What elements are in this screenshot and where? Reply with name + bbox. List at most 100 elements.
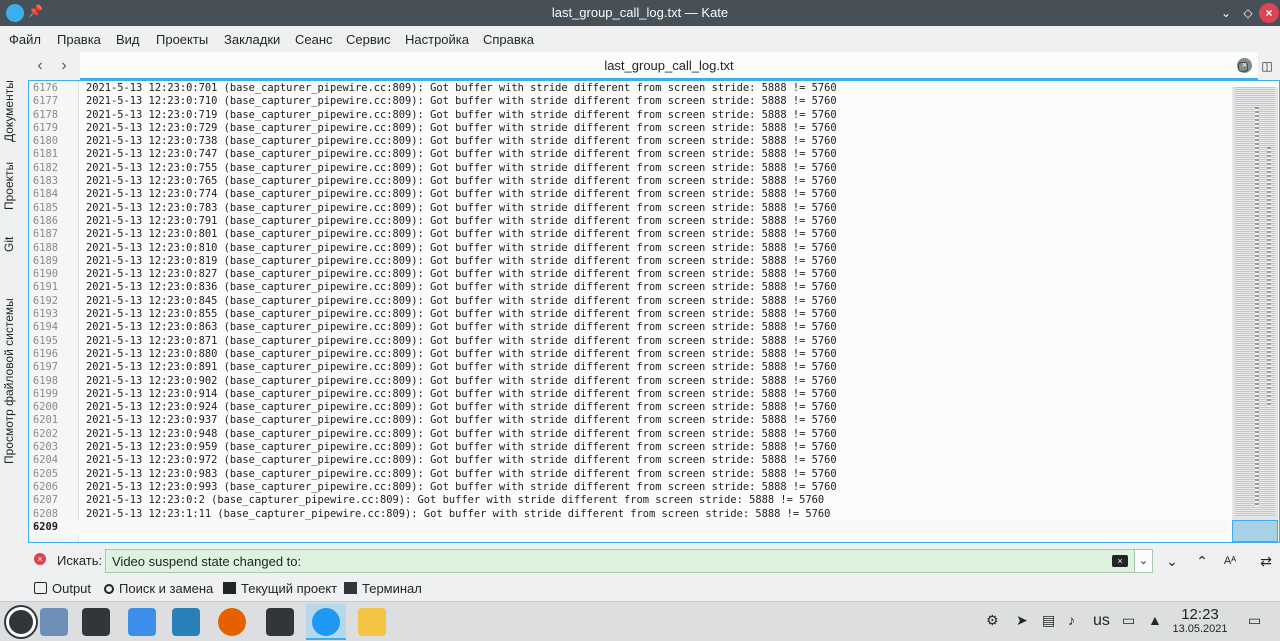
error-icon: × [34, 553, 46, 565]
editor-line[interactable]: 6206 2021-5-13 12:23:0:993 (base_capturer… [29, 481, 1229, 494]
line-number: 6198 [33, 374, 59, 387]
editor-line[interactable]: 6202 2021-5-13 12:23:0:948 (base_capturer… [29, 428, 1229, 441]
editor-line[interactable]: 6176 2021-5-13 12:23:0:701 (base_capturer… [29, 82, 1229, 95]
telegram-icon[interactable]: ➤ [1016, 612, 1028, 629]
editor-line[interactable]: 6208 2021-5-13 12:23:1:11 (base_capturer_… [29, 508, 1229, 521]
minimize-icon[interactable]: ⌄ [1216, 3, 1236, 23]
editor-line[interactable]: 6184 2021-5-13 12:23:0:774 (base_capturer… [29, 188, 1229, 201]
menu-bookmarks[interactable]: Закладки [224, 32, 280, 47]
scrollbar-minimap[interactable] [1232, 87, 1278, 542]
toolview-search-replace[interactable]: Поиск и замена [104, 581, 213, 596]
firefox-app[interactable] [212, 604, 252, 640]
minimap-viewport[interactable] [1232, 520, 1278, 542]
line-number: 6204 [33, 454, 59, 467]
search-history-dropdown[interactable]: ⌄ [1135, 549, 1153, 573]
menu-session[interactable]: Сеанс [295, 32, 333, 47]
menu-edit[interactable]: Правка [57, 32, 101, 47]
sidebar-tab-projects[interactable]: Проекты [2, 148, 26, 214]
editor-line[interactable]: 6199 2021-5-13 12:23:0:914 (base_capturer… [29, 388, 1229, 401]
keyboard-layout[interactable]: us [1093, 612, 1110, 630]
line-text: 2021-5-13 12:23:0:801 (base_capturer_pip… [86, 228, 837, 241]
show-desktop-icon[interactable]: ▭ [1248, 612, 1261, 629]
new-tab-icon[interactable]: ▢ [1234, 57, 1252, 75]
editor-line[interactable]: 6204 2021-5-13 12:23:0:972 (base_capturer… [29, 454, 1229, 467]
editor-line[interactable]: 6189 2021-5-13 12:23:0:819 (base_capturer… [29, 255, 1229, 268]
office-app[interactable] [352, 604, 392, 640]
editor-line[interactable]: 6178 2021-5-13 12:23:0:719 (base_capturer… [29, 109, 1229, 122]
split-view-icon[interactable]: ◫ [1258, 57, 1276, 75]
editor-line[interactable]: 6198 2021-5-13 12:23:0:902 (base_capturer… [29, 375, 1229, 388]
editor-line[interactable]: 6186 2021-5-13 12:23:0:791 (base_capturer… [29, 215, 1229, 228]
editor-line[interactable]: 6200 2021-5-13 12:23:0:924 (base_capturer… [29, 401, 1229, 414]
menu-tools[interactable]: Сервис [346, 32, 391, 47]
editor-line[interactable]: 6196 2021-5-13 12:23:0:880 (base_capturer… [29, 348, 1229, 361]
desktop-pager[interactable] [34, 604, 74, 640]
editor-line[interactable]: 6182 2021-5-13 12:23:0:755 (base_capturer… [29, 162, 1229, 175]
tab-last-group-call-log[interactable]: last_group_call_log.txt × [80, 52, 1258, 80]
menu-view[interactable]: Вид [116, 32, 140, 47]
app-launcher-icon[interactable] [6, 607, 36, 637]
toolview-current-project[interactable]: Текущий проект [223, 581, 337, 596]
editor-line[interactable]: 6209 [29, 520, 1229, 535]
network-icon[interactable]: ⚙ [986, 612, 999, 629]
editor-line[interactable]: 6185 2021-5-13 12:23:0:783 (base_capturer… [29, 202, 1229, 215]
sidebar-tab-documents[interactable]: Документы [2, 52, 26, 144]
discover-icon [128, 608, 156, 636]
line-number: 6176 [33, 82, 59, 94]
editor-line[interactable]: 6203 2021-5-13 12:23:0:959 (base_capturer… [29, 441, 1229, 454]
forward-icon[interactable]: › [54, 56, 74, 76]
dolphin-app[interactable] [166, 604, 206, 640]
editor-line[interactable]: 6201 2021-5-13 12:23:0:937 (base_capturer… [29, 414, 1229, 427]
sidebar-tab-git[interactable]: Git [2, 218, 26, 258]
match-case-icon[interactable]: Aᴬ [1220, 551, 1240, 571]
maximize-icon[interactable]: ◇ [1238, 3, 1258, 23]
editor-line[interactable]: 6193 2021-5-13 12:23:0:855 (base_capturer… [29, 308, 1229, 321]
editor-line[interactable]: 6188 2021-5-13 12:23:0:810 (base_capturer… [29, 242, 1229, 255]
line-text: 2021-5-13 12:23:0:827 (base_capturer_pip… [86, 268, 837, 281]
editor-line[interactable]: 6179 2021-5-13 12:23:0:729 (base_capturer… [29, 122, 1229, 135]
line-text: 2021-5-13 12:23:0:891 (base_capturer_pip… [86, 361, 837, 374]
toolview-output-label: Output [52, 581, 92, 596]
editor-line[interactable]: 6194 2021-5-13 12:23:0:863 (base_capturer… [29, 321, 1229, 334]
editor-line[interactable]: 6191 2021-5-13 12:23:0:836 (base_capturer… [29, 281, 1229, 294]
editor-line[interactable]: 6190 2021-5-13 12:23:0:827 (base_capturer… [29, 268, 1229, 281]
editor-line[interactable]: 6195 2021-5-13 12:23:0:871 (base_capturer… [29, 335, 1229, 348]
clipboard-icon[interactable]: ▤ [1042, 612, 1055, 629]
discover-app[interactable] [122, 604, 162, 640]
editor-line[interactable]: 6207 2021-5-13 12:23:0:2 (base_capturer_p… [29, 494, 1229, 507]
editor-line[interactable]: 6180 2021-5-13 12:23:0:738 (base_capturer… [29, 135, 1229, 148]
editor-line[interactable]: 6183 2021-5-13 12:23:0:765 (base_capturer… [29, 175, 1229, 188]
konsole-app[interactable] [260, 604, 300, 640]
settings-app[interactable] [76, 604, 116, 640]
menu-projects[interactable]: Проекты [156, 32, 208, 47]
sidebar-tab-filesystem[interactable]: Просмотр файловой системы [2, 268, 26, 468]
search-input[interactable]: Video suspend state changed to: × [105, 549, 1135, 573]
editor-line[interactable]: 6205 2021-5-13 12:23:0:983 (base_capturer… [29, 468, 1229, 481]
display-icon[interactable]: ▭ [1122, 612, 1135, 629]
editor-line[interactable]: 6192 2021-5-13 12:23:0:845 (base_capturer… [29, 295, 1229, 308]
toolview-terminal[interactable]: Терминал [344, 581, 422, 596]
menu-help[interactable]: Справка [483, 32, 534, 47]
editor-line[interactable]: 6197 2021-5-13 12:23:0:891 (base_capturer… [29, 361, 1229, 374]
editor-line[interactable]: 6177 2021-5-13 12:23:0:710 (base_capturer… [29, 95, 1229, 108]
line-text: 2021-5-13 12:23:0:729 (base_capturer_pip… [86, 121, 837, 134]
menu-settings[interactable]: Настройка [405, 32, 469, 47]
tray-expand-icon[interactable]: ▲ [1148, 612, 1162, 628]
chevron-up-icon[interactable]: ⌃ [1192, 551, 1212, 571]
volume-icon[interactable]: ♪ [1068, 612, 1075, 628]
replace-toggle-icon[interactable]: ⇄ [1256, 551, 1276, 571]
close-icon[interactable]: × [1259, 3, 1279, 23]
menu-file[interactable]: Файл [9, 32, 41, 47]
editor-line[interactable]: 6181 2021-5-13 12:23:0:747 (base_capturer… [29, 148, 1229, 161]
chevron-down-icon[interactable]: ⌄ [1162, 551, 1182, 571]
toolview-output[interactable]: Output [34, 581, 91, 596]
line-number: 6205 [33, 467, 59, 480]
line-text: 2021-5-13 12:23:0:863 (base_capturer_pip… [86, 321, 837, 334]
editor-line[interactable]: 6187 2021-5-13 12:23:0:801 (base_capturer… [29, 228, 1229, 241]
line-text: 2021-5-13 12:23:0:937 (base_capturer_pip… [86, 414, 837, 427]
kate-app[interactable] [306, 604, 346, 640]
clear-search-icon[interactable]: × [1112, 555, 1128, 567]
back-icon[interactable]: ‹ [30, 56, 50, 76]
clock[interactable]: 12:23 13.05.2021 [1168, 606, 1232, 635]
text-editor[interactable]: 6176 2021-5-13 12:23:0:701 (base_capturer… [28, 80, 1280, 543]
